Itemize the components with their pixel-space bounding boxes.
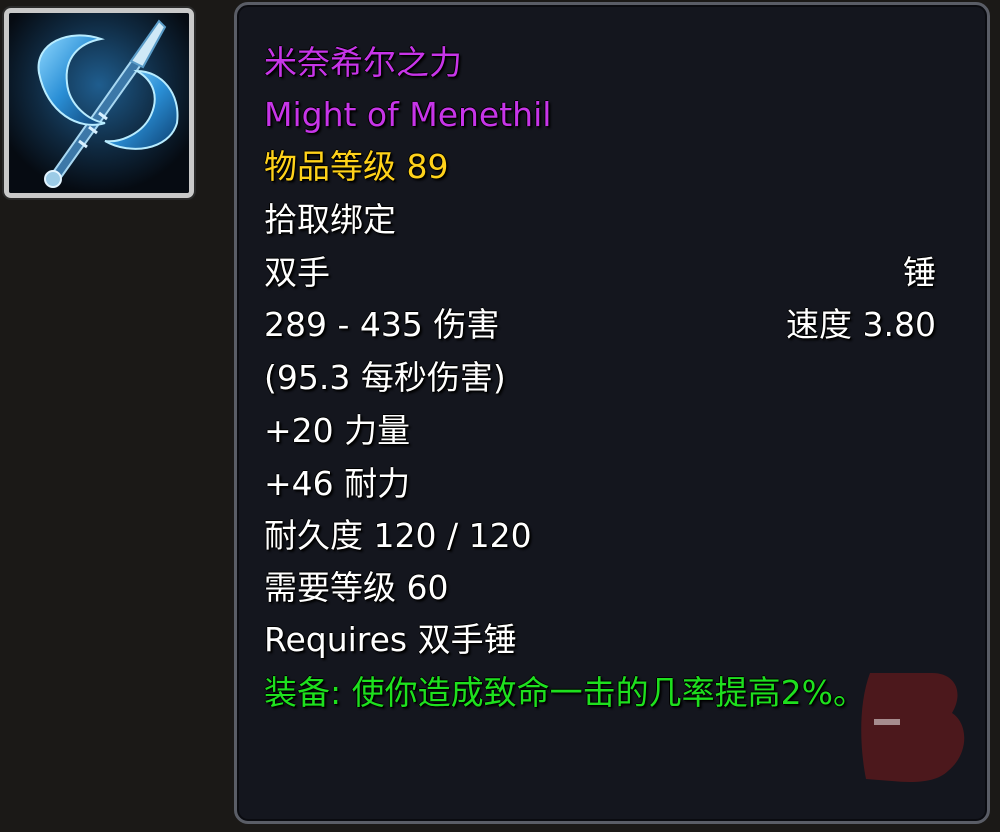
dps-text: (95.3 每秒伤害) [264,358,506,397]
slot-row: 双手 锤 [264,247,936,299]
binding-text: 拾取绑定 [264,200,396,239]
item-name-cn: 米奈希尔之力 [264,43,462,82]
damage-row: 289 - 435 伤害 速度 3.80 [264,299,936,351]
stat-stamina: +46 耐力 [264,464,411,503]
item-level: 物品等级 89 [264,147,449,186]
durability-text: 耐久度 120 / 120 [264,516,532,555]
equip-effect: 装备: 使你造成致命一击的几率提高2%。 [264,673,866,712]
damage-range: 289 - 435 伤害 [264,305,500,344]
two-handed-mace-icon [9,13,189,193]
weapon-speed: 速度 3.80 [786,305,936,344]
item-name-en: Might of Menethil [264,95,552,134]
weapon-type-label: 锤 [903,253,936,292]
slot-label: 双手 [264,253,330,292]
requires-skill: Requires 双手锤 [264,620,517,659]
required-level: 需要等级 60 [264,568,449,607]
item-icon-frame[interactable] [4,8,194,198]
stat-strength: +20 力量 [264,411,411,450]
